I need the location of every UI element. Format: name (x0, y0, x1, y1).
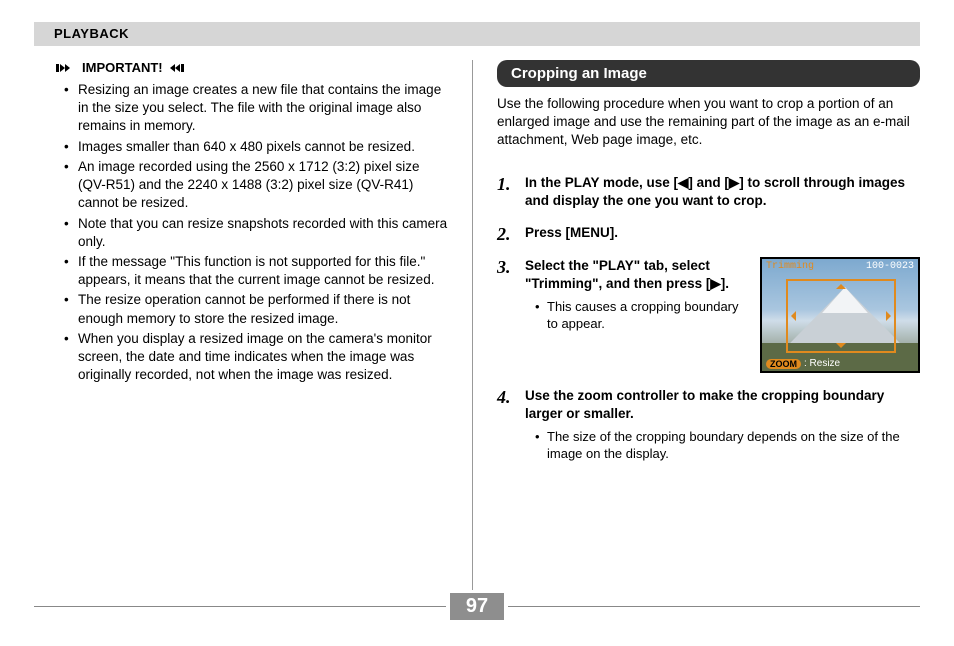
zoom-badge: ZOOM (766, 359, 801, 369)
list-item: If the message "This function is not sup… (68, 253, 448, 289)
forward-marks-icon (56, 62, 76, 74)
section-header: PLAYBACK (34, 22, 920, 46)
list-item: Resizing an image creates a new file tha… (68, 81, 448, 136)
list-item: Images smaller than 640 x 480 pixels can… (68, 138, 448, 156)
step-number: 2. (497, 224, 517, 243)
step-number: 3. (497, 257, 517, 373)
step-2: 2. Press [MENU]. (497, 224, 920, 243)
osd-bottom-row: ZOOM : Resize (766, 358, 840, 369)
intro-text: Use the following procedure when you wan… (497, 95, 920, 150)
important-heading: IMPORTANT! (56, 60, 448, 75)
step-4: 4. Use the zoom controller to make the c… (497, 387, 920, 463)
list-item: When you display a resized image on the … (68, 330, 448, 385)
back-marks-icon (169, 62, 189, 74)
osd-resize-label: : Resize (804, 358, 840, 369)
step-title: Select the "PLAY" tab, select "Trimming"… (525, 257, 746, 293)
step-number: 4. (497, 387, 517, 463)
crop-boundary (786, 279, 896, 353)
osd-trimming-label: Trimming (766, 261, 814, 272)
section-header-text: PLAYBACK (54, 26, 129, 41)
osd-counter: 100-0023 (866, 261, 914, 272)
camera-screenshot: Trimming 100-0023 ZOOM : Resize (760, 257, 920, 373)
two-column-layout: IMPORTANT! Resizing an image creates a n… (34, 60, 920, 590)
arrow-right-icon (886, 311, 896, 321)
step-number: 1. (497, 174, 517, 210)
step-title: Use the zoom controller to make the crop… (525, 387, 920, 423)
important-label: IMPORTANT! (82, 60, 163, 75)
step-note: This causes a cropping boundary to appea… (537, 298, 746, 333)
page-footer: 97 (34, 593, 920, 620)
list-item: The resize operation cannot be performed… (68, 291, 448, 327)
section-title: Cropping an Image (497, 60, 920, 87)
important-list: Resizing an image creates a new file tha… (34, 81, 448, 385)
left-column: IMPORTANT! Resizing an image creates a n… (34, 60, 472, 590)
right-column: Cropping an Image Use the following proc… (472, 60, 920, 590)
page-number: 97 (450, 593, 504, 620)
step-title: In the PLAY mode, use [◀] and [▶] to scr… (525, 174, 920, 210)
list-item: An image recorded using the 2560 x 1712 … (68, 158, 448, 213)
step-3: 3. Select the "PLAY" tab, select "Trimmi… (497, 257, 920, 373)
steps-list: 1. In the PLAY mode, use [◀] and [▶] to … (497, 174, 920, 463)
arrow-down-icon (836, 343, 846, 353)
list-item: Note that you can resize snapshots recor… (68, 215, 448, 251)
arrow-left-icon (786, 311, 796, 321)
manual-page: PLAYBACK IMPORTANT! (0, 0, 954, 646)
arrow-up-icon (836, 279, 846, 289)
step-1: 1. In the PLAY mode, use [◀] and [▶] to … (497, 174, 920, 210)
footer-rule-right (508, 606, 920, 607)
step-note: The size of the cropping boundary depend… (537, 428, 920, 463)
footer-rule-left (34, 606, 446, 607)
step-title: Press [MENU]. (525, 224, 920, 242)
section-title-text: Cropping an Image (511, 65, 647, 82)
osd-top-row: Trimming 100-0023 (766, 261, 914, 272)
